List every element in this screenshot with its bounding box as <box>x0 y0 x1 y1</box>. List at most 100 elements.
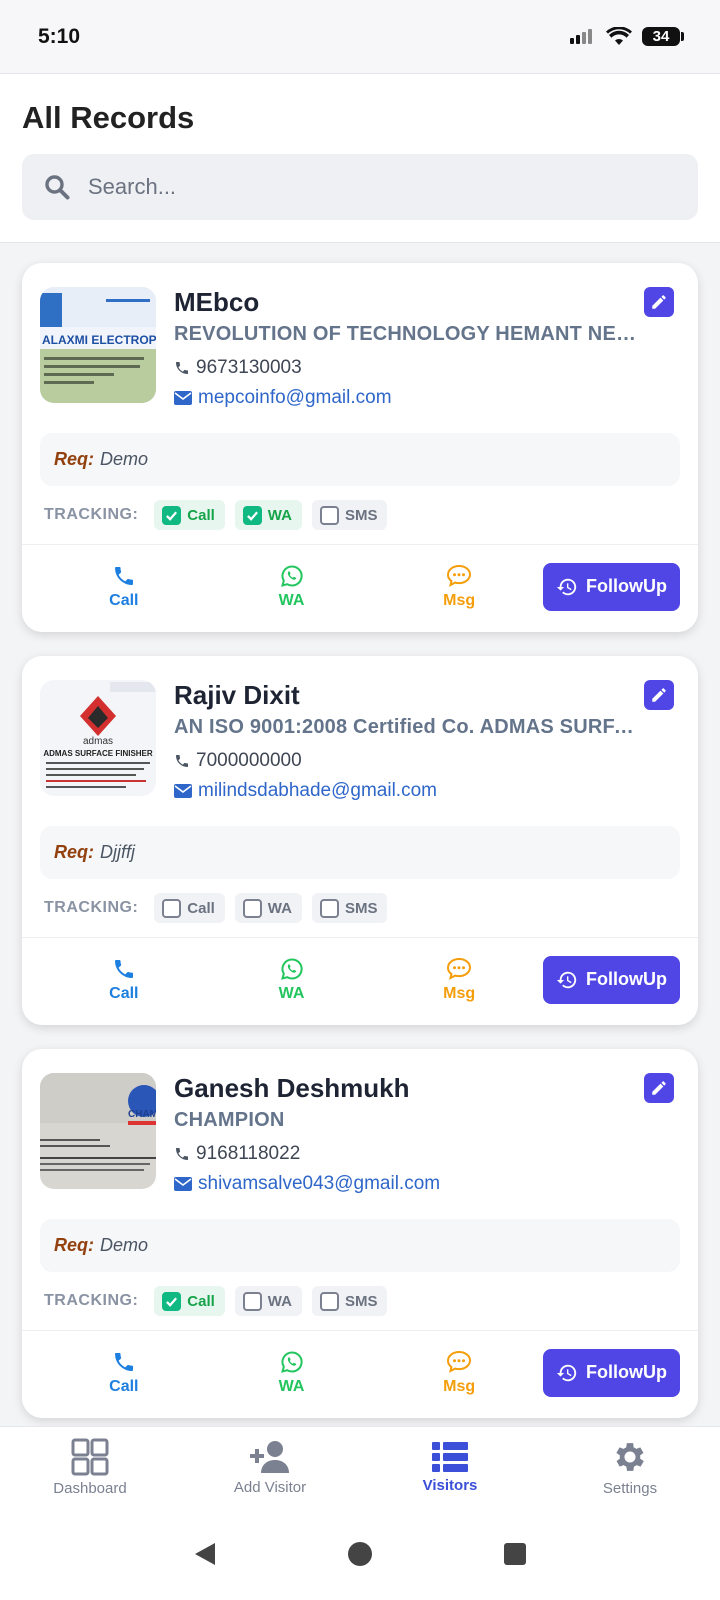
nav-visitors[interactable]: Visitors <box>360 1427 540 1508</box>
phone-icon <box>114 1352 133 1371</box>
pencil-icon <box>652 295 666 309</box>
tracking-sms-checkbox[interactable]: SMS <box>311 1286 388 1316</box>
edit-button[interactable] <box>644 680 674 710</box>
record-company: AN ISO 9001:2008 Certified Co. ADMAS SUR… <box>174 716 638 738</box>
phone-icon <box>114 566 133 585</box>
tracking-sms-checkbox[interactable]: SMS <box>311 500 388 530</box>
call-label: Call <box>109 984 139 1002</box>
nav-dashboard[interactable]: Dashboard <box>0 1427 180 1508</box>
msg-label: Msg <box>443 984 476 1002</box>
back-icon[interactable] <box>193 1541 217 1567</box>
message-button[interactable]: Msg <box>375 1350 543 1396</box>
tracking-wa-checkbox[interactable]: WA <box>234 1286 302 1316</box>
message-button[interactable]: Msg <box>375 957 543 1003</box>
chat-icon <box>447 564 472 587</box>
record-phone[interactable]: 9168118022 <box>174 1143 638 1165</box>
record-name: MEbco <box>174 287 260 317</box>
followup-button[interactable]: FollowUp <box>543 955 681 1004</box>
nav-add-visitor[interactable]: Add Visitor <box>180 1427 360 1508</box>
phone-icon <box>176 755 188 767</box>
card-thumbnail[interactable]: CHAMPI <box>40 1073 156 1189</box>
tracking-sms-label: SMS <box>344 1292 378 1310</box>
search-input[interactable] <box>88 174 676 200</box>
record-name: Ganesh Deshmukh <box>174 1073 410 1103</box>
record-card: CHAMPI Ganesh Deshmukh CHAMPION 91681180… <box>22 1049 698 1418</box>
followup-label: FollowUp <box>586 969 667 989</box>
requirement-box: Req: Demo <box>40 433 680 486</box>
whatsapp-icon <box>280 957 303 980</box>
whatsapp-button[interactable]: WA <box>208 957 376 1003</box>
req-value: Demo <box>100 1235 149 1255</box>
search-box[interactable] <box>22 154 698 220</box>
req-value: Djjffj <box>100 842 135 862</box>
phone-text: 9168118022 <box>196 1143 301 1164</box>
card-thumbnail[interactable]: ALAXMI ELECTROPO <box>40 287 156 403</box>
edit-button[interactable] <box>644 1073 674 1103</box>
followup-label: FollowUp <box>586 1362 667 1382</box>
tracking-row: TRACKING: Call WA SMS <box>22 486 698 544</box>
req-label: Req: <box>54 842 94 862</box>
bottom-nav: Dashboard Add Visitor Visitors Settings <box>0 1426 720 1508</box>
call-button[interactable]: Call <box>40 1350 208 1396</box>
followup-button[interactable]: FollowUp <box>543 562 681 611</box>
requirement-box: Req: Djjffj <box>40 826 680 879</box>
call-label: Call <box>109 1377 139 1395</box>
record-name: Rajiv Dixit <box>174 680 300 710</box>
thumb-text: CHAMPI <box>128 1109 156 1120</box>
system-nav-bar <box>0 1508 720 1600</box>
tracking-call-checkbox[interactable]: Call <box>154 1286 225 1316</box>
call-button[interactable]: Call <box>40 564 208 610</box>
check-icon <box>246 511 258 521</box>
whatsapp-icon <box>280 1350 303 1373</box>
edit-button[interactable] <box>644 287 674 317</box>
phone-text: 9673130003 <box>196 357 302 378</box>
record-email[interactable]: milindsdabhade@gmail.com <box>174 780 638 802</box>
whatsapp-button[interactable]: WA <box>208 1350 376 1396</box>
tracking-row: TRACKING: Call WA SMS <box>22 1272 698 1330</box>
envelope-icon <box>174 784 192 798</box>
followup-button[interactable]: FollowUp <box>543 1348 681 1397</box>
record-email[interactable]: shivamsalve043@gmail.com <box>174 1173 638 1195</box>
check-icon <box>166 1297 178 1307</box>
email-text: shivamsalve043@gmail.com <box>198 1173 441 1194</box>
record-email[interactable]: mepcoinfo@gmail.com <box>174 387 638 409</box>
thumb-text: ADMAS SURFACE FINISHER <box>43 749 153 758</box>
requirement-box: Req: Demo <box>40 1219 680 1272</box>
wifi-icon <box>606 26 632 45</box>
recents-icon[interactable] <box>503 1542 527 1566</box>
whatsapp-button[interactable]: WA <box>208 564 376 610</box>
grid-icon <box>71 1438 109 1476</box>
envelope-icon <box>174 391 192 405</box>
tracking-call-checkbox[interactable]: Call <box>154 500 225 530</box>
record-card: admas ADMAS SURFACE FINISHER Rajiv Dixit… <box>22 656 698 1025</box>
nav-label: Dashboard <box>53 1480 127 1497</box>
history-icon <box>556 1364 577 1381</box>
records-list[interactable]: ALAXMI ELECTROPO MEbco REVOLUTION OF TEC… <box>0 243 720 1433</box>
record-phone[interactable]: 9673130003 <box>174 357 638 379</box>
battery-level: 34 <box>642 27 680 46</box>
record-phone[interactable]: 7000000000 <box>174 750 638 772</box>
envelope-icon <box>174 1177 192 1191</box>
nav-settings[interactable]: Settings <box>540 1427 720 1508</box>
nav-label: Add Visitor <box>233 1479 307 1496</box>
home-icon[interactable] <box>347 1541 373 1567</box>
status-bar: 5:10 34 <box>0 0 720 74</box>
card-thumbnail[interactable]: admas ADMAS SURFACE FINISHER <box>40 680 156 796</box>
record-company: CHAMPION <box>174 1109 285 1131</box>
card-actions: Call WA Msg FollowUp <box>22 937 698 1025</box>
gear-icon <box>616 1443 644 1471</box>
call-label: Call <box>109 591 139 609</box>
tracking-sms-label: SMS <box>344 506 378 524</box>
message-button[interactable]: Msg <box>375 564 543 610</box>
tracking-label: TRACKING: <box>44 506 139 523</box>
phone-icon <box>176 1148 188 1160</box>
tracking-sms-checkbox[interactable]: SMS <box>311 893 388 923</box>
tracking-call-checkbox[interactable]: Call <box>154 893 225 923</box>
history-icon <box>556 578 577 595</box>
req-label: Req: <box>54 449 94 469</box>
svg-text:admas: admas <box>83 736 113 747</box>
phone-icon <box>176 362 188 374</box>
call-button[interactable]: Call <box>40 957 208 1003</box>
tracking-wa-checkbox[interactable]: WA <box>234 500 302 530</box>
tracking-wa-checkbox[interactable]: WA <box>234 893 302 923</box>
